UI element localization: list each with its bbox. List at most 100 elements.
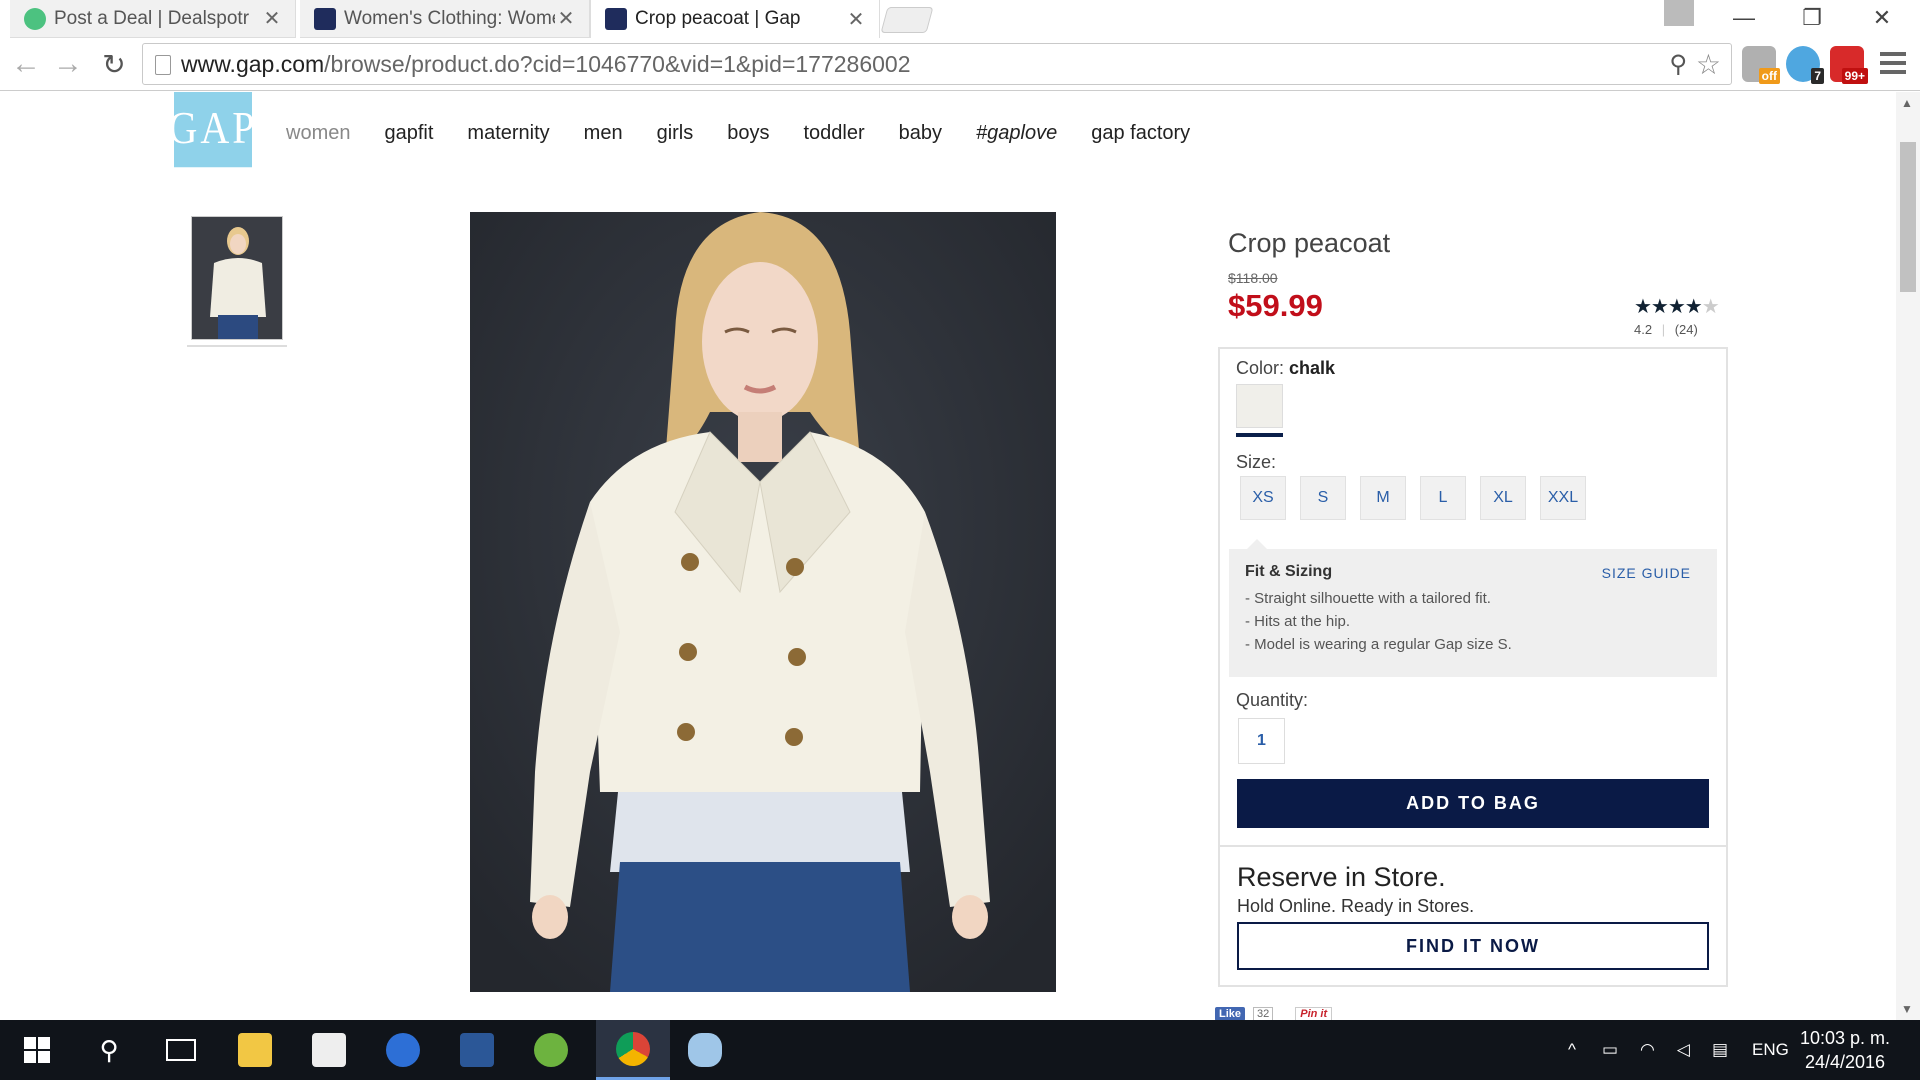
web-page: GAP women gapfit maternity men girls boy… [0,92,1896,1020]
size-label: Size: [1236,452,1277,472]
size-s-button[interactable]: S [1300,476,1346,520]
fit-note: - Model is wearing a regular Gap size S. [1245,636,1512,653]
page-scrollbar[interactable]: ▲ ▼ [1896,92,1920,1020]
volume-icon[interactable]: ◁ [1677,1040,1690,1060]
fit-note: - Hits at the hip. [1245,613,1351,630]
tab-crop-peacoat[interactable]: Crop peacoat | Gap ✕ [590,0,880,38]
quantity-label: Quantity: [1236,690,1309,710]
store-icon[interactable] [292,1020,366,1080]
size-options: XS S M L XL XXL [1240,476,1586,520]
windows-taskbar: ⚲ ^ ▭ ◠ ◁ ▤ ENG 10:03 p. m. 24/4/2016 [0,1020,1920,1080]
minimize-icon[interactable]: — [1714,0,1774,36]
close-tab-icon[interactable]: ✕ [261,6,283,31]
nav-toddler[interactable]: toddler [804,122,865,145]
extension-notifier-icon[interactable]: 99+ [1830,46,1868,84]
rating-stars-icon[interactable]: ★★★★★ [1634,294,1720,319]
site-nav: women gapfit maternity men girls boys to… [286,122,1190,145]
nav-boys[interactable]: boys [727,122,769,145]
selected-swatch-indicator [1236,433,1283,437]
browser-tabstrip: Post a Deal | Dealspotr ✕ Women's Clothi… [0,0,1920,38]
user-profile-icon[interactable] [1664,0,1694,26]
dealspotr-favicon-icon [24,7,46,30]
new-tab-button[interactable] [880,7,934,33]
close-tab-icon[interactable]: ✕ [845,7,867,32]
close-window-icon[interactable]: ✕ [1852,0,1912,36]
bookmark-star-icon[interactable]: ☆ [1696,48,1721,81]
gap-favicon-icon [605,8,627,30]
tab-title: Post a Deal | Dealspotr [54,7,250,29]
language-indicator[interactable]: ENG [1752,1040,1789,1060]
add-to-bag-button[interactable]: ADD TO BAG [1237,779,1709,828]
nav-women[interactable]: women [286,122,350,145]
chrome-icon[interactable] [596,1020,670,1080]
product-thumbnail[interactable] [191,216,283,340]
back-arrow-icon[interactable]: ← [8,46,44,82]
fit-notes: - Straight silhouette with a tailored fi… [1245,587,1512,656]
tab-title: Women's Clothing: Women [344,7,555,29]
system-tray: ^ ▭ ◠ ◁ ▤ ENG [1568,1020,1789,1080]
gap-logo[interactable]: GAP [168,92,255,168]
paint-icon[interactable] [668,1020,742,1080]
restore-icon[interactable]: ❐ [1782,0,1842,36]
scroll-down-icon[interactable]: ▼ [1901,1002,1913,1016]
start-windows-icon[interactable] [0,1020,74,1080]
original-price: $118.00 [1228,270,1278,286]
nav-gap-factory[interactable]: gap factory [1091,122,1190,145]
scrollbar-thumb[interactable] [1900,142,1916,292]
rating-summary[interactable]: 4.2 | (24) [1634,322,1698,337]
quantity-input[interactable]: 1 [1238,718,1285,764]
fit-title: Fit & Sizing [1245,563,1333,580]
word-icon[interactable] [440,1020,514,1080]
notifications-icon[interactable]: ▤ [1712,1040,1728,1060]
filled-stars: ★★★★ [1634,296,1703,318]
url-path: /browse/product.do?cid=1046770&vid=1&pid… [324,50,911,77]
reload-icon[interactable]: ↻ [96,46,132,82]
find-it-now-button[interactable]: FIND IT NOW [1237,922,1709,970]
file-explorer-icon[interactable] [218,1020,292,1080]
nav-baby[interactable]: baby [899,122,942,145]
nav-gapfit[interactable]: gapfit [384,122,433,145]
size-m-button[interactable]: M [1360,476,1406,520]
utorrent-icon[interactable] [514,1020,588,1080]
model-wearing-peacoat-image [470,212,1056,992]
size-xl-button[interactable]: XL [1480,476,1526,520]
address-bar[interactable]: www.gap.com/browse/product.do?cid=104677… [142,43,1732,85]
search-icon[interactable]: ⚲ [72,1020,146,1080]
size-xxl-button[interactable]: XXL [1540,476,1586,520]
chrome-menu-icon[interactable] [1880,52,1906,79]
url-domain: www.gap.com [181,50,325,77]
gap-favicon-icon [314,7,336,30]
facebook-like-button[interactable]: Like [1215,1007,1246,1020]
size-l-button[interactable]: L [1420,476,1466,520]
size-guide-link[interactable]: SIZE GUIDE [1602,565,1691,581]
task-view-icon[interactable] [144,1020,218,1080]
clock-time: 10:03 p. m. [1800,1028,1891,1048]
color-value: chalk [1289,358,1336,378]
tab-womens-clothing[interactable]: Women's Clothing: Women ✕ [300,0,590,38]
battery-icon[interactable]: ▭ [1602,1040,1618,1060]
wifi-icon[interactable]: ◠ [1640,1040,1655,1060]
reserve-title: Reserve in Store. [1237,862,1446,892]
pinterest-button[interactable]: Pin it [1295,1007,1333,1020]
scroll-up-icon[interactable]: ▲ [1901,96,1913,110]
forward-arrow-icon[interactable]: → [50,46,86,82]
taskbar-clock[interactable]: 10:03 p. m. 24/4/2016 [1800,1026,1890,1074]
extension-honey-icon[interactable]: off [1742,46,1780,84]
nav-gaplove[interactable]: #gaplove [976,122,1057,145]
page-icon [155,55,171,75]
size-xs-button[interactable]: XS [1240,476,1286,520]
close-tab-icon[interactable]: ✕ [555,6,577,31]
google-earth-icon[interactable] [366,1020,440,1080]
extension-ghostery-icon[interactable]: 7 [1786,46,1824,84]
zoom-magnifier-icon[interactable]: ⚲ [1669,50,1687,79]
nav-girls[interactable]: girls [657,122,694,145]
show-hidden-icons-icon[interactable]: ^ [1568,1040,1576,1060]
fit-and-sizing-panel: Fit & Sizing SIZE GUIDE - Straight silho… [1229,539,1717,677]
rating-value: 4.2 [1634,322,1653,337]
nav-maternity[interactable]: maternity [467,122,549,145]
color-swatch-chalk[interactable] [1236,384,1283,428]
nav-men[interactable]: men [584,122,623,145]
product-main-image[interactable] [470,212,1056,992]
tab-dealspotr[interactable]: Post a Deal | Dealspotr ✕ [10,0,296,38]
reserve-subtitle: Hold Online. Ready in Stores. [1237,896,1475,916]
